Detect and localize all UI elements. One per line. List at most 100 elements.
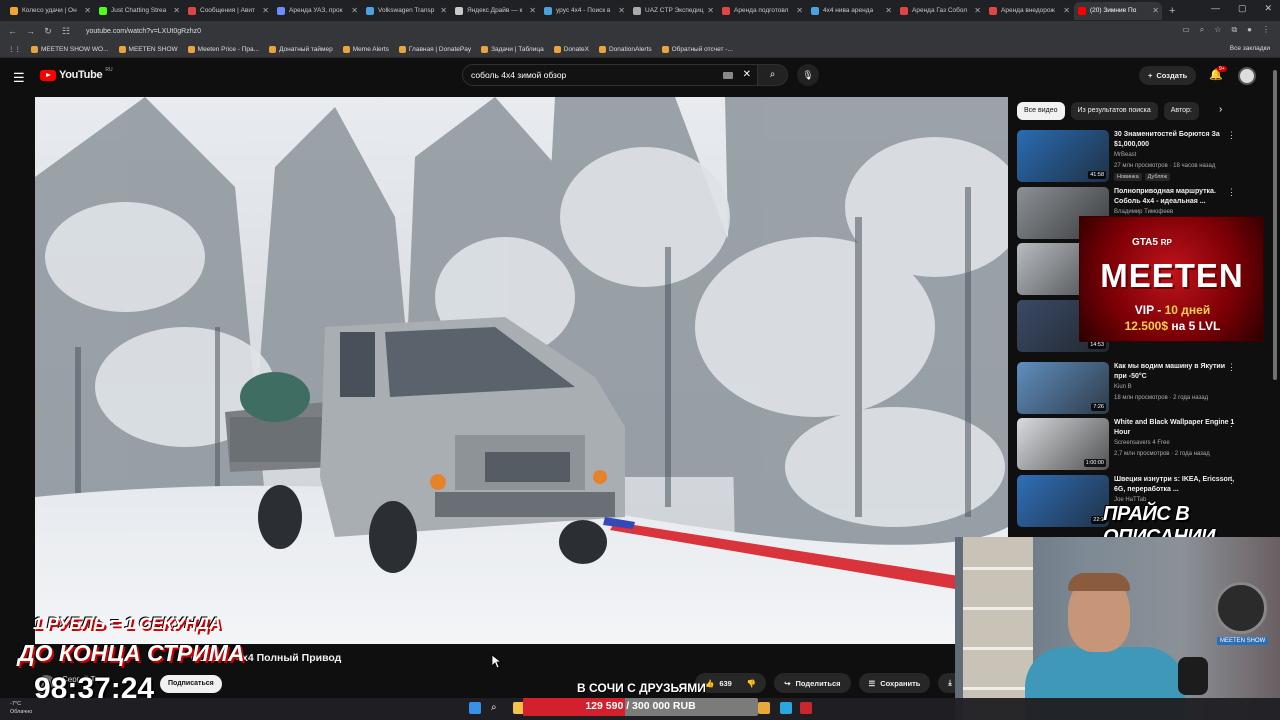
bookmark-item[interactable]: Донатный таймер bbox=[269, 45, 333, 53]
browser-tab[interactable]: UAZ CTP Экспедиц ✕ bbox=[629, 2, 717, 20]
close-window-icon[interactable]: ✕ bbox=[1264, 3, 1272, 14]
more-options-icon[interactable]: ⋮ bbox=[1227, 187, 1236, 198]
taskbar-app-icon[interactable] bbox=[800, 702, 812, 714]
browser-menu-icon[interactable]: ⋮ bbox=[1262, 25, 1270, 35]
tab-close-icon[interactable]: ✕ bbox=[1152, 6, 1159, 15]
bookmark-item[interactable]: DonateX bbox=[553, 45, 589, 53]
create-button[interactable]: + Создать bbox=[1139, 66, 1197, 85]
recommended-video[interactable]: 1:00:00 White and Black Wallpaper Engine … bbox=[1017, 418, 1262, 470]
filter-chip[interactable]: Из результатов поиска bbox=[1070, 102, 1158, 120]
start-windows-icon[interactable] bbox=[469, 702, 481, 714]
recommended-video-title[interactable]: White and Black Wallpaper Engine 1 Hour bbox=[1114, 418, 1239, 438]
forward-icon[interactable]: → bbox=[26, 26, 35, 36]
tab-close-icon[interactable]: ✕ bbox=[885, 6, 892, 15]
video-thumbnail[interactable]: 22:1 bbox=[1017, 475, 1109, 527]
bookmark-item[interactable]: MEETEN SHOW bbox=[118, 45, 178, 53]
minimize-icon[interactable]: — bbox=[1211, 3, 1220, 14]
video-player[interactable] bbox=[35, 97, 1008, 644]
recommended-video-title[interactable]: 30 Знаменитостей Борются За $1,000,000 bbox=[1114, 130, 1239, 150]
clear-search-icon[interactable]: ✕ bbox=[743, 69, 751, 80]
more-options-icon[interactable]: ⋮ bbox=[1227, 362, 1236, 373]
browser-tab[interactable]: Яндекс Драйв — к ✕ bbox=[451, 2, 539, 20]
filter-chip[interactable]: Автор: bbox=[1163, 102, 1199, 120]
share-button[interactable]: ↪ Поделиться bbox=[774, 673, 851, 693]
tab-close-icon[interactable]: ✕ bbox=[262, 6, 269, 15]
chevron-right-icon[interactable]: › bbox=[1219, 104, 1222, 115]
browser-tab[interactable]: Аренда подготовл ✕ bbox=[718, 2, 806, 20]
search-input[interactable]: соболь 4x4 зимой обзор ✕ bbox=[462, 64, 758, 86]
cast-icon[interactable]: ▭ bbox=[1182, 25, 1190, 35]
tab-label: Аренда УАЗ, прок bbox=[289, 7, 343, 14]
recommended-channel[interactable]: Screensavers 4 Free bbox=[1114, 440, 1170, 446]
bookmark-item[interactable]: Обратный отсчет -... bbox=[661, 45, 733, 53]
bookmark-item[interactable]: Meme Alerts bbox=[342, 45, 389, 53]
bookmark-item[interactable]: Задачи | Таблица bbox=[481, 45, 544, 53]
url-field[interactable]: youtube.com/watch?v=LXUt0gRzhz0 bbox=[86, 28, 201, 35]
subscribe-button[interactable]: Подписаться bbox=[160, 675, 222, 693]
tab-close-icon[interactable]: ✕ bbox=[173, 6, 180, 15]
more-options-icon[interactable]: ⋮ bbox=[1227, 418, 1236, 429]
extensions-icon[interactable]: ⧉ bbox=[1231, 25, 1237, 35]
tab-close-icon[interactable]: ✕ bbox=[707, 6, 714, 15]
zoom-icon[interactable]: ⌕ bbox=[1200, 25, 1204, 35]
youtube-logo[interactable]: YouTube RU bbox=[40, 67, 113, 81]
bookmark-item[interactable]: DonationAlerts bbox=[598, 45, 652, 53]
browser-tab[interactable]: Аренда УАЗ, прок ✕ bbox=[273, 2, 361, 20]
recommended-video-title[interactable]: Как мы водим машину в Якутии при -50°C bbox=[1114, 362, 1239, 382]
browser-tab[interactable]: Сообщения | Авит ✕ bbox=[184, 2, 272, 20]
search-button[interactable]: ⌕ bbox=[758, 64, 788, 86]
bookmark-item[interactable]: MEETEN SHOW WO... bbox=[31, 45, 109, 53]
tab-close-icon[interactable]: ✕ bbox=[796, 6, 803, 15]
tab-close-icon[interactable]: ✕ bbox=[440, 6, 447, 15]
video-thumbnail[interactable]: 7:26 bbox=[1017, 362, 1109, 414]
video-thumbnail[interactable]: 1:00:00 bbox=[1017, 418, 1109, 470]
browser-tab[interactable]: (20) Зимние По ✕ bbox=[1074, 1, 1162, 20]
browser-tab[interactable]: Аренда внедорож ✕ bbox=[985, 2, 1073, 20]
browser-tab[interactable]: Аренда Газ Собол ✕ bbox=[896, 2, 984, 20]
new-tab-button[interactable]: + bbox=[1169, 5, 1175, 17]
bookmark-item[interactable]: Главная | DonatePay bbox=[398, 45, 471, 53]
video-thumbnail[interactable]: 41:58 bbox=[1017, 130, 1109, 182]
recommended-video[interactable]: 41:58 30 Знаменитостей Борются За $1,000,… bbox=[1017, 130, 1262, 182]
keyboard-icon[interactable] bbox=[723, 72, 733, 79]
weather-widget[interactable]: -7°C Облачно bbox=[10, 700, 32, 716]
tab-close-icon[interactable]: ✕ bbox=[974, 6, 981, 15]
browser-tab[interactable]: Just Chatting Strea ✕ bbox=[95, 2, 183, 20]
tab-close-icon[interactable]: ✕ bbox=[618, 6, 625, 15]
browser-tab[interactable]: Volkswagen Transp ✕ bbox=[362, 2, 450, 20]
tab-close-icon[interactable]: ✕ bbox=[1063, 6, 1070, 15]
browser-tab[interactable]: 4x4 нива аренда ✕ bbox=[807, 2, 895, 20]
recommended-video[interactable]: 7:26 Как мы водим машину в Якутии при -50… bbox=[1017, 362, 1262, 414]
tab-close-icon[interactable]: ✕ bbox=[351, 6, 358, 15]
tab-close-icon[interactable]: ✕ bbox=[529, 6, 536, 15]
recommended-video-title[interactable]: Швеция изнутри s: IKEA, Ericsson, 6G, пе… bbox=[1114, 475, 1239, 495]
browser-tab[interactable]: Колесо удачи | Он ✕ bbox=[6, 2, 94, 20]
taskbar-app-icon[interactable] bbox=[780, 702, 792, 714]
page-scrollbar[interactable] bbox=[1273, 70, 1277, 380]
apps-icon[interactable]: ⋮⋮ bbox=[8, 45, 21, 53]
browser-tab[interactable]: урус 4x4 - Поиск в ✕ bbox=[540, 2, 628, 20]
voice-search-button[interactable]: 🎙 bbox=[797, 64, 819, 86]
all-bookmarks[interactable]: Все закладки bbox=[1230, 45, 1270, 52]
more-options-icon[interactable]: ⋮ bbox=[1227, 130, 1236, 141]
site-info-icon[interactable]: ☷ bbox=[62, 26, 70, 37]
more-options-icon[interactable]: ⋮ bbox=[1227, 475, 1236, 486]
tab-close-icon[interactable]: ✕ bbox=[84, 6, 91, 15]
taskbar-search-icon[interactable]: ⌕ bbox=[491, 702, 503, 714]
recommended-video-title[interactable]: Полноприводная маршрутка. Соболь 4х4 - и… bbox=[1114, 187, 1239, 207]
bookmark-star-icon[interactable]: ☆ bbox=[1214, 25, 1221, 35]
recommended-channel[interactable]: MrBeast bbox=[1114, 152, 1136, 158]
save-button[interactable]: ☰ Сохранить bbox=[858, 673, 931, 693]
reload-icon[interactable]: ↻ bbox=[44, 26, 52, 37]
dislike-icon[interactable]: 👎 bbox=[747, 679, 756, 688]
back-icon[interactable]: ← bbox=[8, 26, 17, 36]
taskbar-app-icon[interactable] bbox=[758, 702, 770, 714]
recommended-channel[interactable]: Kiun B bbox=[1114, 384, 1132, 390]
maximize-icon[interactable]: ▢ bbox=[1238, 3, 1247, 14]
account-avatar[interactable] bbox=[1238, 67, 1256, 85]
hamburger-menu-icon[interactable]: ☰ bbox=[13, 70, 25, 86]
filter-chip[interactable]: Все видео bbox=[1017, 102, 1065, 120]
bookmark-item[interactable]: Meeten Price - Пра... bbox=[187, 45, 259, 53]
recommended-channel[interactable]: Владимир Тимофеев bbox=[1114, 209, 1173, 215]
profile-icon[interactable]: ● bbox=[1247, 25, 1252, 35]
